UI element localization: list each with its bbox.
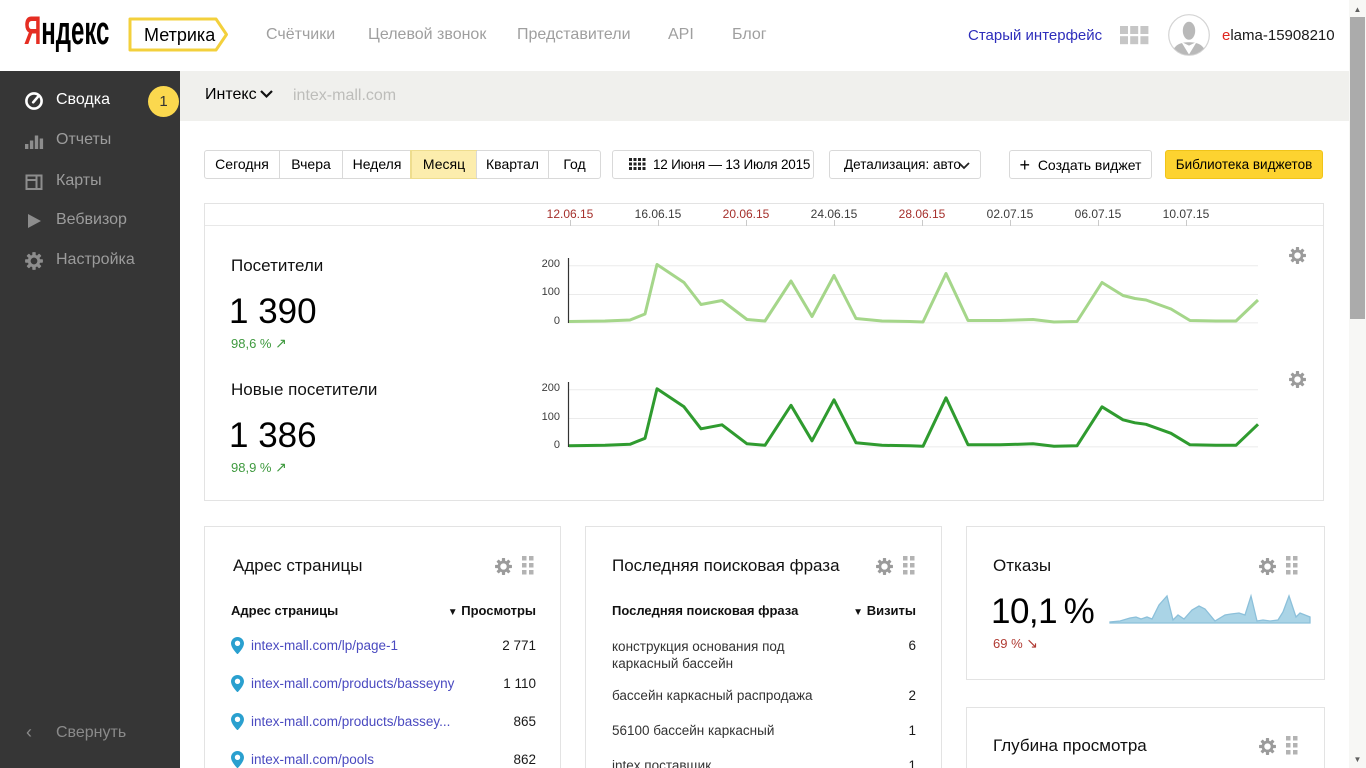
svg-text:Метрика: Метрика [144, 25, 216, 45]
